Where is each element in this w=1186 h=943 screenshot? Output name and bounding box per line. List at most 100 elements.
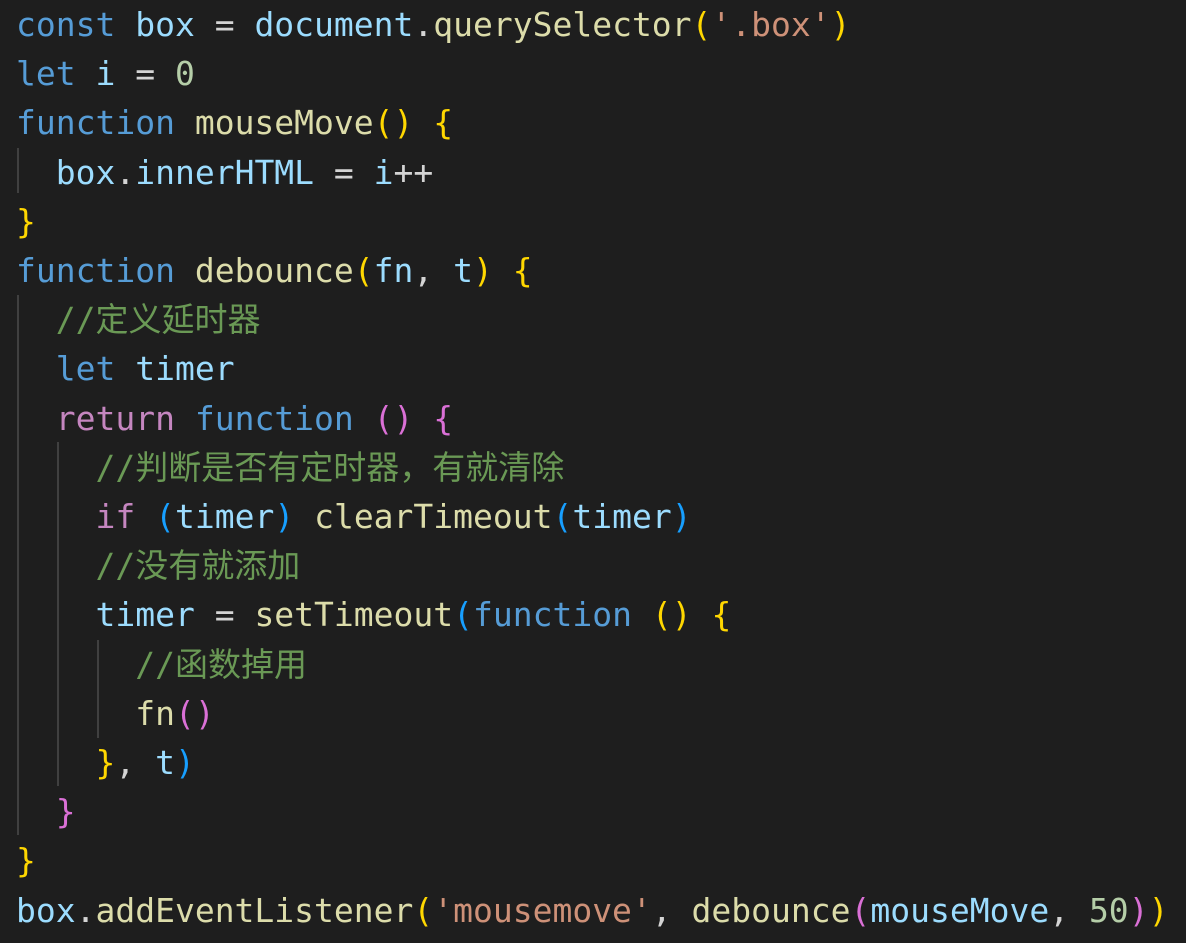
code-line[interactable]: if (timer) clearTimeout(timer) — [16, 492, 692, 541]
code-comment: //没有就添加 — [95, 546, 301, 586]
code-token: debounce — [691, 890, 851, 930]
code-token: { — [433, 103, 454, 143]
code-token: debounce — [194, 251, 354, 290]
code-editor[interactable]: const box = document.querySelector('.box… — [0, 0, 1186, 943]
code-token: () — [651, 595, 692, 635]
code-token: , — [1049, 890, 1089, 930]
code-token: 'mousemove' — [433, 890, 652, 930]
code-token: ) — [671, 497, 692, 536]
code-token: 0 — [174, 54, 195, 94]
code-line[interactable]: //定义延时器 — [16, 295, 261, 344]
code-token: = — [194, 595, 255, 635]
code-token: ) — [174, 743, 195, 782]
code-token: mouseMove — [194, 103, 374, 143]
code-line[interactable]: } — [16, 787, 76, 836]
code-line[interactable]: }, t) — [16, 738, 195, 787]
code-token: innerHTML — [135, 152, 315, 192]
code-comment: //函数掉用 — [135, 644, 307, 684]
code-token: = — [115, 54, 175, 94]
code-token: querySelector — [433, 5, 692, 44]
code-token: } — [55, 792, 76, 832]
code-line[interactable]: let timer — [16, 344, 235, 393]
code-token: timer — [174, 497, 275, 536]
code-token: box — [16, 890, 76, 930]
code-token: { — [433, 398, 454, 438]
code-token: if — [95, 497, 136, 536]
code-token: ( — [413, 890, 434, 930]
code-token: i — [373, 152, 394, 192]
code-line[interactable]: function mouseMove() { — [16, 98, 453, 147]
code-token: setTimeout — [254, 595, 454, 635]
code-line[interactable]: fn() — [16, 689, 215, 738]
code-token: { — [512, 251, 533, 290]
code-token: box — [135, 5, 195, 44]
code-token: () — [174, 693, 215, 733]
code-token: } — [16, 201, 36, 241]
code-token: ( — [552, 497, 573, 536]
code-token: ( — [691, 5, 712, 44]
code-token: fn — [373, 251, 414, 290]
code-token: ( — [850, 890, 871, 930]
code-line[interactable]: box.addEventListener('mousemove', deboun… — [16, 886, 1168, 935]
code-token: addEventListener — [95, 890, 414, 930]
code-token: clearTimeout — [314, 497, 553, 536]
code-token: t — [453, 251, 474, 290]
code-comment: //定义延时器 — [55, 300, 261, 340]
code-line[interactable]: return function () { — [16, 394, 453, 443]
code-token: function — [16, 103, 175, 143]
code-token: . — [115, 152, 136, 192]
code-token: box — [55, 152, 116, 192]
code-token: '.box' — [711, 5, 831, 44]
code-token: ++ — [393, 152, 434, 192]
code-token: = — [194, 5, 255, 44]
code-token: document — [254, 5, 414, 44]
code-comment: //判断是否有定时器，有就清除 — [95, 447, 565, 487]
code-line[interactable]: const box = document.querySelector('.box… — [16, 0, 851, 49]
code-token: let — [55, 349, 116, 389]
code-token: = — [314, 152, 374, 192]
code-token: function — [473, 595, 632, 635]
code-line[interactable]: //函数掉用 — [16, 640, 307, 689]
code-token: ) — [1148, 890, 1169, 930]
code-token: ) — [1128, 890, 1149, 930]
code-token: ) — [830, 5, 851, 44]
code-line[interactable]: } — [16, 836, 36, 885]
code-token: mouseMove — [870, 890, 1050, 930]
code-token: timer — [95, 595, 195, 635]
code-line[interactable]: timer = setTimeout(function () { — [16, 590, 731, 639]
code-line[interactable]: let i = 0 — [16, 49, 195, 98]
code-token: fn — [135, 693, 175, 733]
code-line[interactable]: box.innerHTML = i++ — [16, 148, 434, 197]
code-token: , — [413, 251, 454, 290]
code-line[interactable]: //没有就添加 — [16, 541, 300, 590]
code-token: t — [155, 743, 175, 782]
code-token: } — [16, 841, 36, 881]
code-token: ( — [453, 595, 473, 635]
code-line[interactable]: } — [16, 197, 36, 246]
code-token: , — [651, 890, 692, 930]
code-line[interactable]: //判断是否有定时器，有就清除 — [16, 443, 564, 492]
code-line[interactable]: function debounce(fn, t) { — [16, 246, 533, 295]
code-token: return — [55, 398, 175, 438]
code-token: } — [95, 743, 116, 782]
code-token: , — [115, 743, 156, 782]
